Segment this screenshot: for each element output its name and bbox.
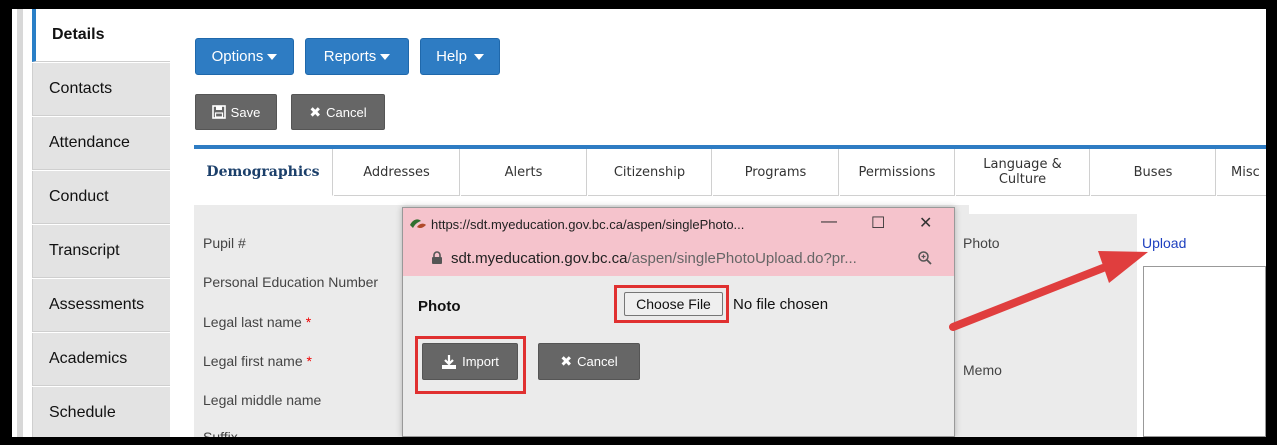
reports-label: Reports <box>323 48 377 65</box>
url-domain: sdt.myeducation.gov.bc.ca <box>451 249 628 267</box>
tab-programs[interactable]: Programs <box>713 149 839 196</box>
tab-label-line2: Culture <box>998 172 1047 187</box>
sidebar-item-details[interactable]: Details <box>32 9 170 62</box>
tab-label: Permissions <box>858 164 936 180</box>
tab-label: Programs <box>744 164 807 180</box>
upload-link[interactable]: Upload <box>1142 235 1186 251</box>
required-marker: * <box>306 353 312 369</box>
sidebar-item-schedule[interactable]: Schedule <box>32 387 170 437</box>
cancel-label: Cancel <box>326 104 367 120</box>
sidebar-item-label: Attendance <box>49 134 130 151</box>
close-icon: ✖ <box>560 353 573 369</box>
memo-label: Memo <box>963 362 1002 378</box>
photo-preview-box <box>1143 266 1266 437</box>
tab-alerts[interactable]: Alerts <box>461 149 587 196</box>
tab-label: Misc <box>1231 164 1260 180</box>
popup-address-bar[interactable]: sdt.myeducation.gov.bc.ca/aspen/singlePh… <box>403 240 954 276</box>
sidebar-item-label: Transcript <box>49 242 120 259</box>
tab-permissions[interactable]: Permissions <box>840 149 955 196</box>
tab-buses[interactable]: Buses <box>1091 149 1216 196</box>
legal-last-name-text: Legal last name <box>203 314 302 330</box>
caret-down-icon <box>267 53 278 60</box>
sidebar-item-academics[interactable]: Academics <box>32 333 170 386</box>
sidebar-item-label: Contacts <box>49 80 113 97</box>
tab-addresses[interactable]: Addresses <box>334 149 460 196</box>
sidebar-item-label: Assessments <box>49 296 145 313</box>
choose-file-button[interactable]: Choose File <box>624 292 723 316</box>
popup-cancel-label: Cancel <box>577 354 618 369</box>
sidebar-item-transcript[interactable]: Transcript <box>32 225 170 278</box>
site-favicon-icon <box>410 219 426 229</box>
sidebar-item-assessments[interactable]: Assessments <box>32 279 170 332</box>
cancel-button[interactable]: ✖ Cancel <box>291 94 385 130</box>
tab-language-culture[interactable]: Language & Culture <box>956 149 1090 196</box>
popup-title: https://sdt.myeducation.gov.bc.ca/aspen/… <box>431 216 745 232</box>
options-label: Options <box>211 48 264 65</box>
popup-cancel-button[interactable]: ✖ Cancel <box>538 343 640 380</box>
tab-citizenship[interactable]: Citizenship <box>588 149 712 196</box>
options-menu-button[interactable]: Options <box>195 38 294 75</box>
maximize-icon[interactable]: ☐ <box>871 213 885 233</box>
save-icon <box>211 105 226 119</box>
caret-down-icon <box>473 53 484 60</box>
sidebar-item-conduct[interactable]: Conduct <box>32 171 170 224</box>
tab-label-line1: Language & <box>983 157 1062 172</box>
close-icon[interactable]: ✕ <box>919 213 932 233</box>
sidebar-item-attendance[interactable]: Attendance <box>32 117 170 170</box>
sidebar-strip <box>17 9 23 437</box>
tab-misc[interactable]: Misc <box>1217 149 1266 196</box>
save-label: Save <box>230 104 261 120</box>
tab-label: Alerts <box>504 164 543 180</box>
sidebar-item-contacts[interactable]: Contacts <box>32 63 170 116</box>
tab-label: Citizenship <box>613 164 686 180</box>
import-button[interactable]: Import <box>422 343 518 380</box>
tab-label: Buses <box>1133 164 1173 180</box>
close-icon: ✖ <box>309 103 322 120</box>
app-frame: Details Contacts Attendance Conduct Tran… <box>12 9 1266 437</box>
url-path: /aspen/singlePhotoUpload.do?pr... <box>627 249 857 267</box>
required-marker: * <box>305 314 312 330</box>
photo-label: Photo <box>963 235 1000 251</box>
photo-upload-popup: https://sdt.myeducation.gov.bc.ca/aspen/… <box>402 207 955 437</box>
pen-label: Personal Education Number <box>203 274 379 290</box>
sidebar-item-label: Schedule <box>49 404 116 421</box>
import-label: Import <box>462 354 499 369</box>
lock-icon <box>432 251 442 264</box>
help-menu-button[interactable]: Help <box>420 38 500 75</box>
help-label: Help <box>436 48 467 65</box>
legal-first-name-text: Legal first name <box>203 353 303 369</box>
choose-file-label: Choose File <box>636 296 711 312</box>
zoom-icon[interactable] <box>917 250 933 266</box>
no-file-chosen-text: No file chosen <box>733 296 829 313</box>
popup-body: Photo Choose File No file chosen Import … <box>403 276 954 436</box>
legal-middle-name-label: Legal middle name <box>203 392 322 408</box>
sidebar-item-label: Details <box>52 26 105 43</box>
popup-photo-label: Photo <box>418 298 461 315</box>
pupil-number-label: Pupil # <box>203 235 246 251</box>
popup-titlebar: https://sdt.myeducation.gov.bc.ca/aspen/… <box>403 208 954 240</box>
save-button[interactable]: Save <box>195 94 277 130</box>
reports-menu-button[interactable]: Reports <box>305 38 409 75</box>
download-icon <box>442 354 457 369</box>
legal-first-name-label: Legal first name * <box>203 353 312 369</box>
tab-label: Addresses <box>363 164 430 180</box>
legal-last-name-label: Legal last name * <box>203 314 311 330</box>
caret-down-icon <box>380 53 391 60</box>
sidebar: Details Contacts Attendance Conduct Tran… <box>12 9 170 437</box>
sidebar-item-label: Academics <box>49 350 128 367</box>
tab-demographics[interactable]: Demographics <box>194 149 333 196</box>
tab-label: Demographics <box>206 163 320 180</box>
minimize-icon[interactable]: — <box>821 213 837 231</box>
sidebar-item-label: Conduct <box>49 188 109 205</box>
suffix-label: Suffix <box>203 429 238 437</box>
